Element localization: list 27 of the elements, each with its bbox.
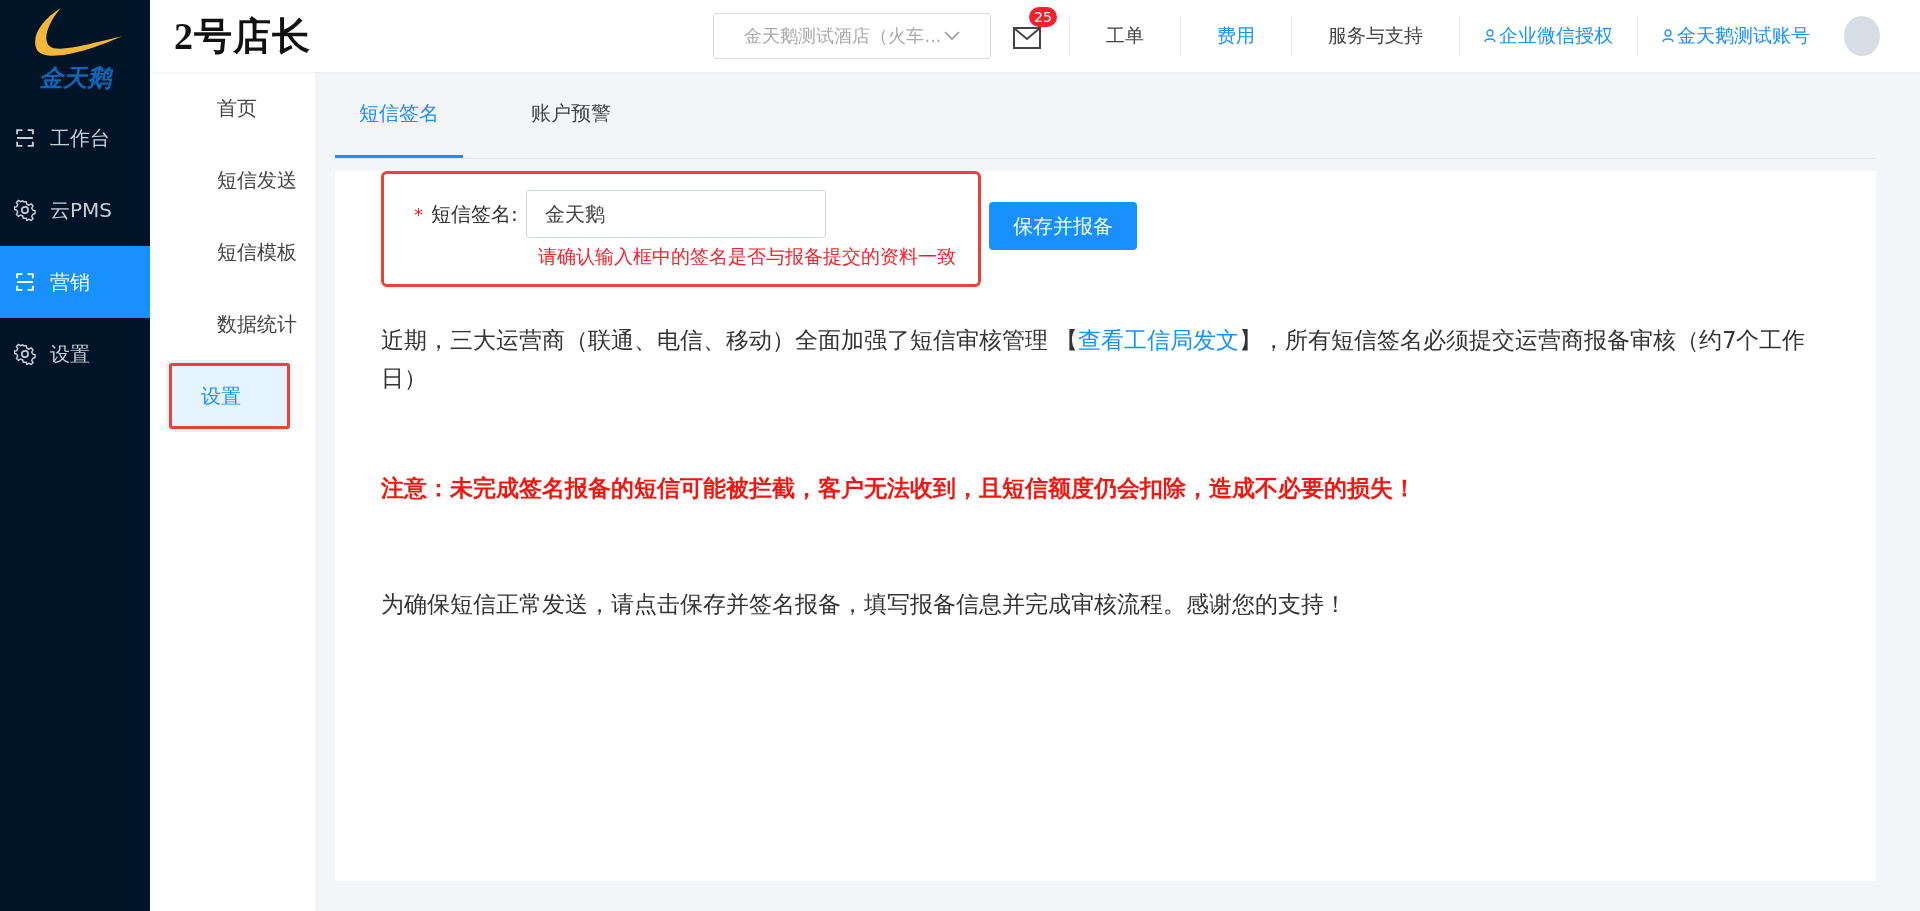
tab[interactable]: 账户预警 xyxy=(507,100,635,158)
mail-icon[interactable] xyxy=(1013,27,1041,49)
required-mark: * xyxy=(414,203,423,225)
signature-input[interactable]: 金天鹅 xyxy=(525,190,826,238)
frame-icon xyxy=(14,127,36,149)
closing-text: 为确保短信正常发送，请点击保存并签名报备，填写报备信息并完成审核流程。感谢您的支持！ xyxy=(381,590,1348,619)
chevron-down-icon xyxy=(943,31,960,41)
validation-hint: 请确认输入框中的签名是否与报备提交的资料一致 xyxy=(538,244,956,269)
app-title: 2号店长 xyxy=(174,13,312,59)
user-icon xyxy=(1484,29,1496,43)
submenu-item[interactable]: 数据统计 xyxy=(166,288,315,360)
top-link[interactable]: 工单 xyxy=(1069,16,1180,56)
field-label: 短信签名: xyxy=(431,200,518,228)
warning-text: 注意：未完成签名报备的短信可能被拦截，客户无法收到，且短信额度仍会扣除，造成不必要的损失！ xyxy=(381,474,1417,503)
top-link[interactable]: 服务与支持 xyxy=(1291,16,1459,56)
notification-badge: 25 xyxy=(1029,7,1057,27)
nav-item[interactable]: 设置 xyxy=(0,318,150,390)
gear-icon xyxy=(14,343,36,365)
notice-paragraph: 近期，三大运营商（联通、电信、移动）全面加强了短信审核管理 【查看工信局发文】，所有短信签名必须提交运营商报备审核（约7个工作日） xyxy=(381,326,1807,393)
gear-icon xyxy=(14,199,36,221)
user-icon xyxy=(1662,29,1674,43)
submenu-item[interactable]: 短信模板 xyxy=(166,216,315,288)
frame-icon xyxy=(14,271,36,293)
nav-item[interactable]: 云PMS xyxy=(0,174,150,246)
submenu-item[interactable]: 首页 xyxy=(166,72,315,144)
nav-item[interactable]: 工作台 xyxy=(0,102,150,174)
submenu-item[interactable]: 短信发送 xyxy=(166,144,315,216)
